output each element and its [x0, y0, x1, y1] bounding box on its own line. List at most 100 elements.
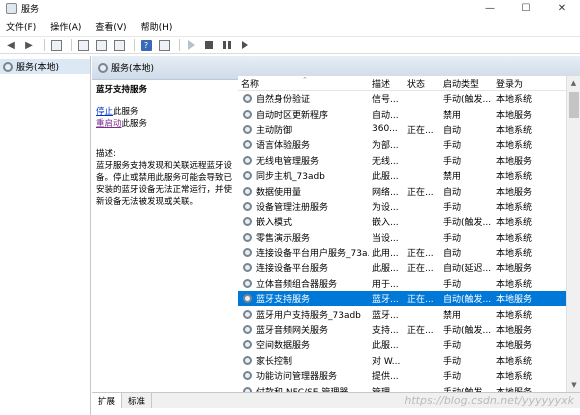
help-icon: ? — [140, 39, 152, 51]
tab-extended[interactable]: 扩展 — [92, 393, 123, 408]
menu-help[interactable]: 帮助(H) — [141, 20, 173, 33]
action-pane-button[interactable] — [157, 38, 171, 52]
service-logon-cell-text: 本地系统 — [496, 310, 533, 321]
service-startup-type-cell-text: 手动 — [443, 279, 462, 290]
service-startup-type-cell-text: 手动 — [443, 141, 462, 152]
stop-service-link[interactable]: 停止 — [96, 107, 113, 117]
service-startup-type-cell-text: 手动 — [443, 156, 462, 167]
menu-action[interactable]: 操作(A) — [50, 20, 81, 33]
table-row[interactable]: 付款和 NFC/SE 管理器 管理... 手动(触发...本地服务 — [238, 383, 580, 392]
service-logon-cell-text: 本地服务 — [496, 341, 533, 352]
service-description-cell-text: 嵌入... — [372, 218, 399, 229]
service-description-cell: 信号... — [369, 92, 404, 105]
menu-view[interactable]: 查看(V) — [95, 20, 126, 33]
service-description-cell: 此服... — [369, 169, 404, 182]
table-row[interactable]: 蓝牙用户支持服务_73adb 蓝牙... 禁用 本地系统 — [238, 306, 580, 321]
table-row[interactable]: 功能访问管理器服务 提供... 手动 本地系统 — [238, 368, 580, 383]
service-description-cell: 自动... — [369, 108, 404, 121]
table-row[interactable]: 数据使用量 网络... 正在... 自动 本地服务 — [238, 183, 580, 198]
table-row[interactable]: 设备管理注册服务 为设... 手动 本地系统 — [238, 199, 580, 214]
service-description-cell-text: 蓝牙... — [372, 310, 399, 321]
services-app-icon — [6, 3, 17, 14]
restart-service-button[interactable] — [238, 38, 252, 52]
service-description-cell: 此服... — [369, 261, 404, 274]
service-startup-type-cell: 禁用 — [440, 308, 493, 321]
minimize-button[interactable]: — — [472, 0, 508, 17]
service-description-cell-text: 网络... — [372, 187, 399, 198]
service-description-cell: 嵌入... — [369, 215, 404, 228]
service-name-cell-text: 蓝牙支持服务 — [256, 295, 311, 306]
service-status-cell-text: 正在... — [407, 187, 434, 198]
table-row[interactable]: 家长控制 对 W... 手动 本地系统 — [238, 353, 580, 368]
export-list-button[interactable] — [112, 38, 126, 52]
column-header-startup-type[interactable]: 启动类型 — [440, 77, 493, 90]
service-startup-type-cell-text: 手动(触发... — [443, 218, 492, 229]
close-button[interactable]: ✕ — [544, 0, 580, 17]
table-row[interactable]: 嵌入模式 嵌入... 手动(触发... 本地系统 — [238, 214, 580, 229]
back-arrow-icon[interactable]: ◀ — [4, 38, 18, 52]
service-name-cell: 连接设备平台用户服务_73a... — [238, 246, 369, 259]
service-logon-cell: 本地系统 — [493, 169, 561, 182]
service-description-cell-text: 当设... — [372, 233, 399, 244]
help-button[interactable]: ? — [139, 38, 153, 52]
service-name-cell: 蓝牙用户支持服务_73adb — [238, 308, 369, 321]
menu-file[interactable]: 文件(F) — [6, 20, 36, 33]
column-header-status[interactable]: 状态 — [404, 77, 440, 90]
table-row[interactable]: 蓝牙支持服务 蓝牙... 正在... 自动(触发... 本地服务 — [238, 291, 580, 307]
scroll-thumb[interactable] — [569, 92, 579, 118]
service-logon-cell-text: 本地服务 — [496, 264, 533, 275]
service-description-cell-text: 用于... — [372, 279, 399, 290]
column-header-log-on-as[interactable]: 登录为 — [493, 77, 561, 90]
table-row[interactable]: 连接设备平台用户服务_73a... 此用... 正在... 自动 本地系统 — [238, 245, 580, 260]
service-logon-cell-text: 本地系统 — [496, 218, 533, 229]
service-status-cell-text: 正在... — [407, 249, 434, 260]
service-logon-cell-text: 本地系统 — [496, 233, 533, 244]
service-logon-cell-text: 本地系统 — [496, 279, 533, 290]
properties-icon — [77, 39, 89, 51]
gear-icon — [243, 124, 252, 134]
service-name-cell-text: 蓝牙音频网关服务 — [256, 326, 329, 337]
service-startup-type-cell: 手动 — [440, 277, 493, 290]
table-row[interactable]: 自动时区更新程序 自动... 禁用 本地服务 — [238, 106, 580, 121]
table-row[interactable]: 自然身份验证 信号... 手动(触发... 本地系统 — [238, 91, 580, 106]
pause-service-button[interactable] — [220, 38, 234, 52]
tree-item-services-local[interactable]: 服务(本地) — [0, 59, 90, 74]
table-row[interactable]: 零售演示服务 当设... 手动 本地系统 — [238, 230, 580, 245]
service-description-cell: 提供... — [369, 369, 404, 382]
console-tree: 服务(本地) — [0, 56, 91, 415]
table-row[interactable]: 主动防御 360... 正在... 自动 本地系统 — [238, 122, 580, 137]
forward-arrow-icon[interactable]: ▶ — [22, 38, 36, 52]
restart-service-link[interactable]: 重启动 — [96, 119, 122, 129]
service-name-cell-text: 主动防御 — [256, 125, 293, 136]
service-logon-cell: 本地服务 — [493, 261, 561, 274]
scroll-up-arrow-icon[interactable]: ▲ — [567, 76, 580, 90]
table-row[interactable]: 连接设备平台服务 此服... 正在... 自动(延迟... 本地服务 — [238, 260, 580, 275]
service-description-cell-text: 此用... — [372, 249, 399, 260]
tab-standard[interactable]: 标准 — [122, 393, 153, 408]
table-row[interactable]: 语言体验服务 为部... 手动 本地系统 — [238, 137, 580, 152]
scroll-down-arrow-icon[interactable]: ▼ — [567, 378, 580, 392]
service-logon-cell-text: 本地系统 — [496, 95, 533, 106]
column-header-description[interactable]: 描述 — [369, 77, 404, 90]
table-row[interactable]: 立体音频组合器服务 用于... 手动 本地系统 — [238, 276, 580, 291]
vertical-scrollbar[interactable]: ▲ ▼ — [566, 76, 580, 392]
service-startup-type-cell: 手动 — [440, 138, 493, 151]
service-description-cell: 管理... — [369, 385, 404, 392]
refresh-button[interactable] — [94, 38, 108, 52]
show-hide-tree-button[interactable] — [49, 38, 63, 52]
table-row[interactable]: 蓝牙音频网关服务 支持... 正在... 手动(触发... 本地服务 — [238, 322, 580, 337]
toolbar-separator — [71, 39, 72, 51]
table-row[interactable]: 无线电管理服务 无线... 手动 本地服务 — [238, 153, 580, 168]
restart-icon — [242, 41, 248, 49]
maximize-button[interactable]: ☐ — [508, 0, 544, 17]
service-status-cell: 正在... — [404, 185, 440, 198]
properties-button[interactable] — [76, 38, 90, 52]
service-description-cell: 蓝牙... — [369, 292, 404, 305]
service-name-cell: 家长控制 — [238, 354, 369, 367]
table-row[interactable]: 空间数据服务 此服... 手动 本地服务 — [238, 337, 580, 352]
start-service-button[interactable] — [184, 38, 198, 52]
table-row[interactable]: 同步主机_73adb 此服... 禁用 本地系统 — [238, 168, 580, 183]
stop-service-button[interactable] — [202, 38, 216, 52]
play-icon — [187, 40, 195, 50]
gear-icon — [243, 355, 252, 365]
